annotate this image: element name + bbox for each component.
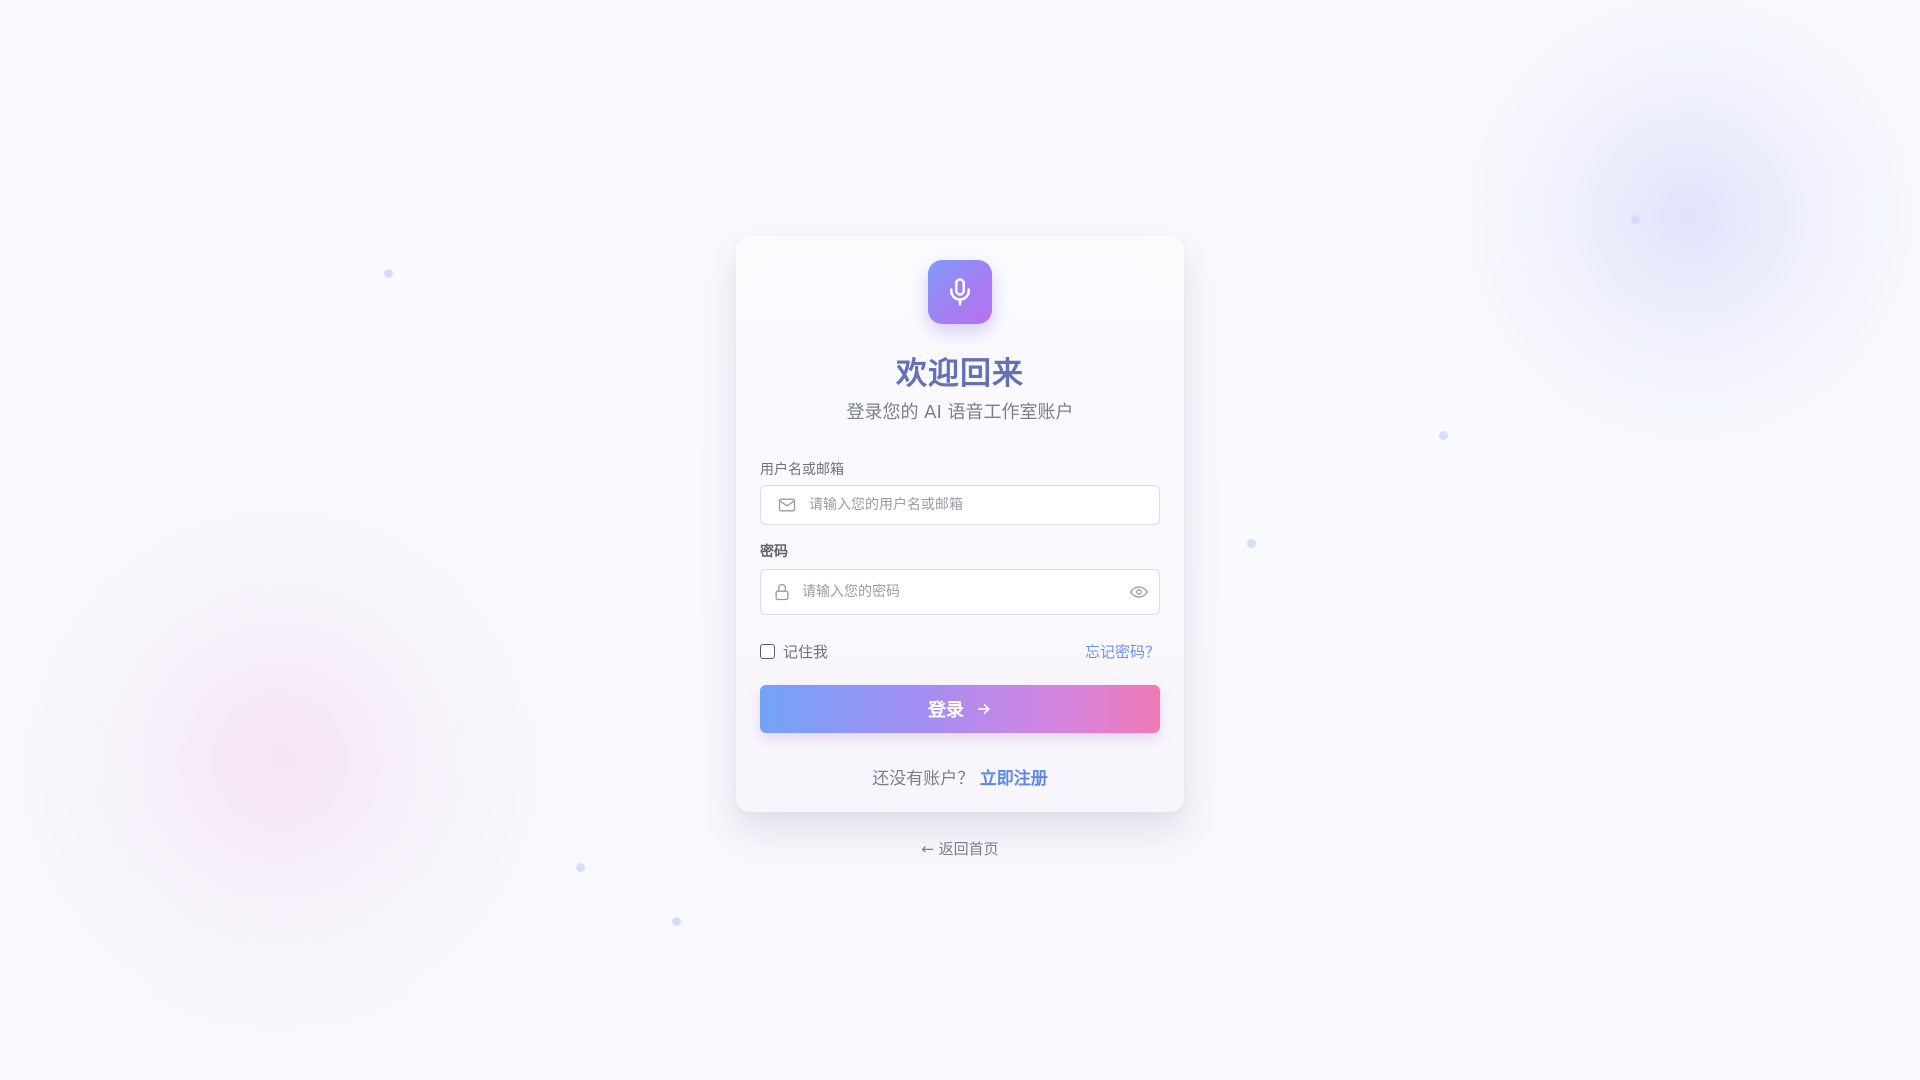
- login-button-label: 登录: [928, 700, 964, 721]
- back-home-link[interactable]: ← 返回首页: [0, 838, 1920, 859]
- forgot-password-link[interactable]: 忘记密码？: [1085, 641, 1160, 662]
- password-field[interactable]: [760, 569, 1160, 615]
- username-label: 用户名或邮箱: [760, 462, 844, 478]
- decorative-dot: [384, 269, 393, 278]
- page-subtitle: 登录您的 AI 语音工作室账户: [846, 402, 1074, 423]
- lock-icon: [772, 582, 792, 602]
- register-link[interactable]: 立即注册: [980, 769, 1048, 789]
- mail-icon: [777, 495, 797, 515]
- login-card: 欢迎回来 登录您的 AI 语音工作室账户 用户名或邮箱 密码: [736, 236, 1184, 812]
- username-input[interactable]: [809, 486, 1115, 524]
- arrow-right-icon: [977, 704, 990, 714]
- password-input[interactable]: [802, 570, 1115, 614]
- register-prompt: 还没有账户？ 立即注册: [736, 764, 1184, 789]
- eye-icon[interactable]: [1129, 582, 1149, 602]
- remember-me-label: 记住我: [783, 643, 829, 661]
- microphone-icon: [950, 278, 970, 306]
- no-account-text: 还没有账户？: [872, 769, 975, 789]
- decorative-dot: [1247, 539, 1256, 548]
- page-title: 欢迎回来: [896, 356, 1024, 392]
- remember-me-checkbox[interactable]: [760, 644, 775, 659]
- decorative-dot: [1631, 215, 1640, 224]
- remember-me[interactable]: 记住我: [760, 641, 828, 662]
- login-button[interactable]: 登录: [760, 685, 1160, 733]
- username-field[interactable]: [760, 485, 1160, 525]
- decorative-dot: [1439, 431, 1448, 440]
- decorative-dot: [576, 863, 585, 872]
- password-label: 密码: [760, 544, 788, 560]
- app-logo: [928, 260, 992, 324]
- decorative-dot: [672, 917, 681, 926]
